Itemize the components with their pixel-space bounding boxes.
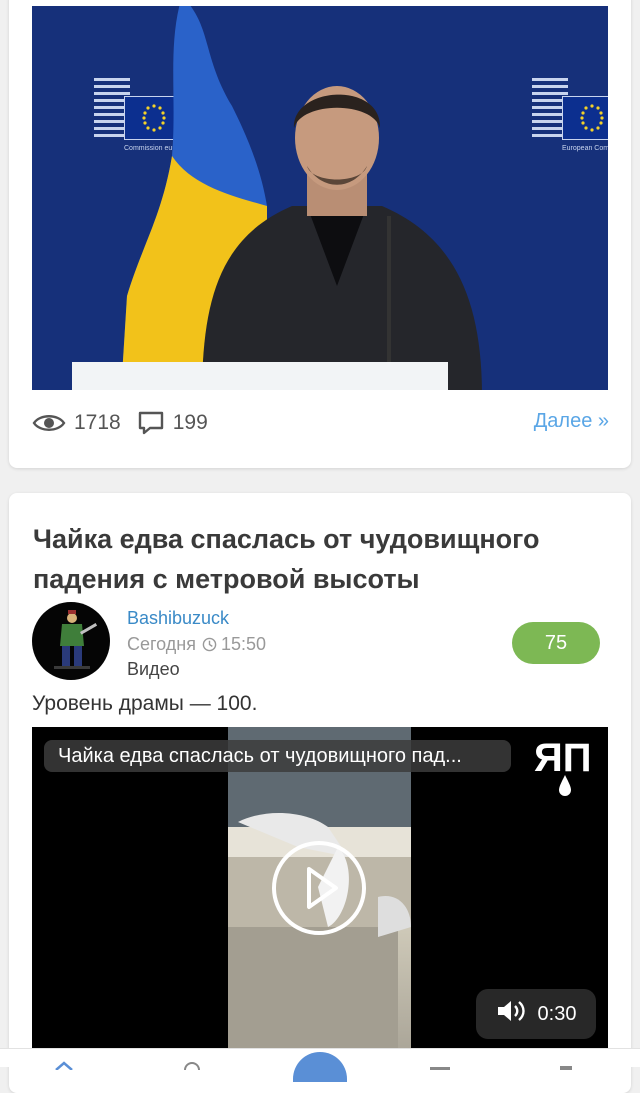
logo-text: ЯП [534, 737, 592, 780]
play-button[interactable] [272, 841, 366, 935]
play-icon [307, 867, 338, 909]
rating-badge: 75 [512, 622, 600, 664]
bottom-navigation [0, 1048, 640, 1082]
comment-icon[interactable] [137, 410, 165, 436]
post-image[interactable]: Commission européenne European Commissio… [32, 6, 608, 390]
yaplakal-logo: ЯП [534, 736, 596, 797]
post-card: Commission européenne European Commissio… [9, 0, 631, 468]
post-date: Сегодня 15:50 [127, 634, 266, 655]
add-post-icon[interactable] [293, 1052, 347, 1082]
podium [72, 362, 448, 390]
speaker-figure [202, 86, 482, 390]
time-label: 15:50 [221, 634, 267, 654]
avatar[interactable] [32, 602, 110, 680]
post-card: Чайка едва спаслась от чудовищного паден… [9, 493, 631, 1093]
video-title[interactable]: Чайка едва спаслась от чудовищного пад..… [44, 740, 511, 772]
post-stats: 1718 199 [32, 408, 608, 438]
read-more-link[interactable]: Далее » [534, 410, 609, 433]
volume-duration-control[interactable]: 0:30 [476, 989, 596, 1039]
eye-icon [32, 412, 66, 434]
section-label[interactable]: Видео [127, 659, 180, 680]
views-count: 1718 [74, 411, 121, 434]
author-name[interactable]: Bashibuzuck [127, 608, 229, 629]
post-description: Уровень драмы — 100. [32, 692, 258, 715]
video-duration: 0:30 [537, 1002, 577, 1025]
clock-icon [202, 637, 217, 652]
video-player[interactable]: Чайка едва спаслась от чудовищного пад..… [32, 727, 608, 1057]
eu-logo-caption-right: European Commission [562, 145, 608, 152]
post-title[interactable]: Чайка едва спаслась от чудовищного паден… [33, 519, 603, 599]
date-label: Сегодня [127, 634, 196, 654]
volume-icon[interactable] [496, 998, 526, 1030]
comments-count[interactable]: 199 [173, 411, 208, 435]
